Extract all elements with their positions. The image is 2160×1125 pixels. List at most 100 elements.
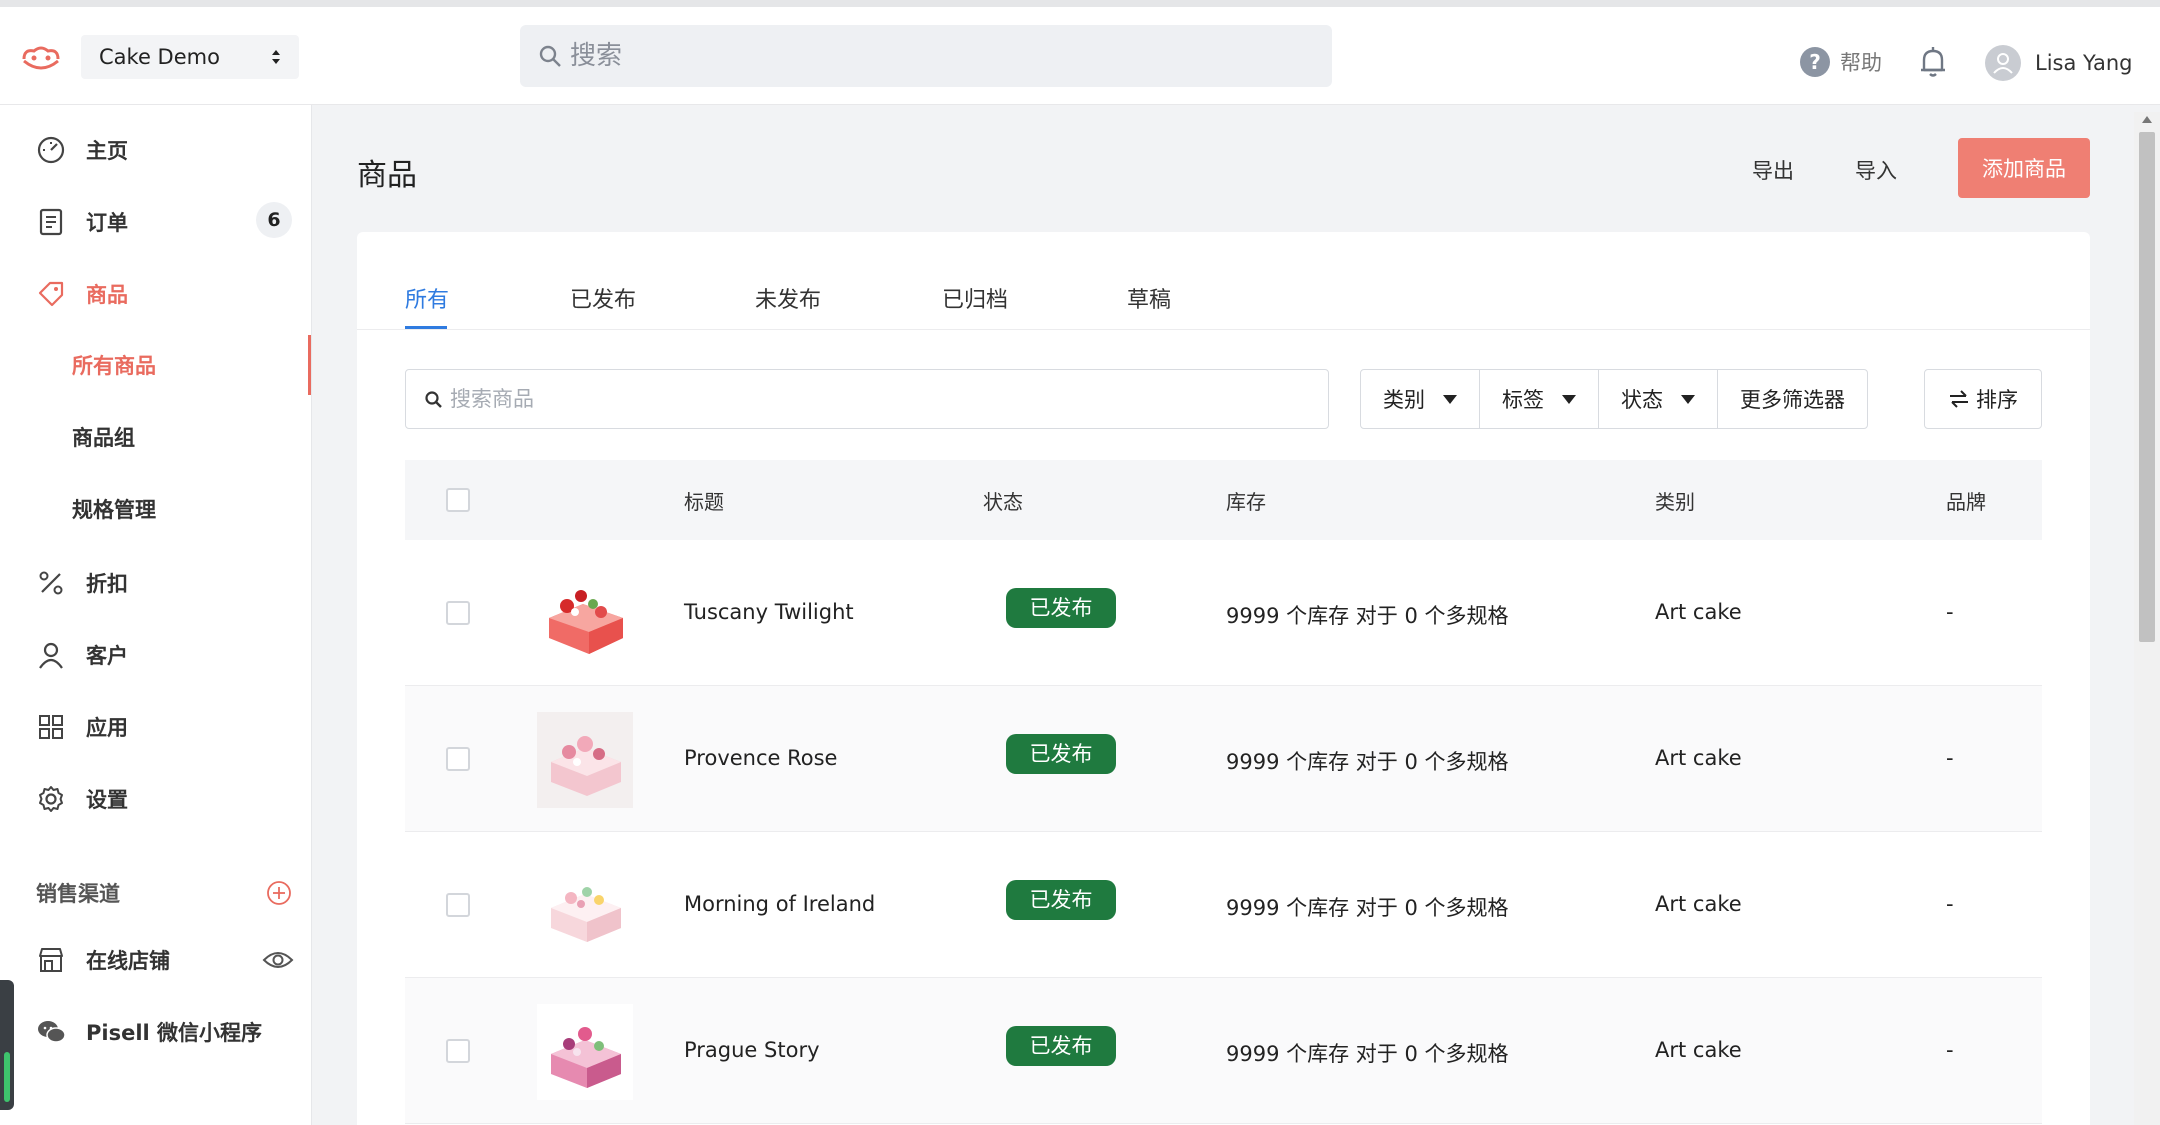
sidebar-subitem-all-products[interactable]: 所有商品	[72, 348, 156, 384]
wechat-icon	[38, 1021, 66, 1043]
tab-archived[interactable]: 已归档	[942, 282, 1008, 314]
category-filter[interactable]: 类别	[1361, 370, 1480, 428]
sidebar-item-wechat-mini-program[interactable]: Pisell 微信小程序	[36, 1012, 296, 1052]
row-checkbox[interactable]	[446, 893, 470, 917]
tab-unpublished[interactable]: 未发布	[755, 282, 821, 314]
sort-button[interactable]: 排序	[1924, 369, 2042, 429]
table-row[interactable]: Provence Rose 已发布 9999 个库存 对于 0 个多规格 Art…	[405, 686, 2042, 832]
table-row[interactable]: Morning of Ireland 已发布 9999 个库存 对于 0 个多规…	[405, 832, 2042, 978]
category-cell: Art cake	[1655, 600, 1742, 624]
import-button[interactable]: 导入	[1855, 155, 1897, 185]
status-badge: 已发布	[1006, 588, 1116, 628]
column-header-brand: 品牌	[1946, 490, 1986, 514]
sidebar-item-online-store[interactable]: 在线店铺	[36, 940, 296, 980]
sidebar-item-apps[interactable]: 应用	[36, 707, 296, 747]
products-card: 所有 已发布 未发布 已归档 草稿 类别 标签 状态 更多筛选器	[357, 232, 2090, 1125]
column-header-status: 状态	[983, 490, 1023, 514]
sidebar-item-products[interactable]: 商品	[36, 274, 296, 314]
tab-all[interactable]: 所有	[405, 282, 449, 314]
product-thumbnail[interactable]	[537, 712, 633, 808]
tab-drafts[interactable]: 草稿	[1127, 282, 1171, 314]
swap-arrows-icon	[1950, 390, 1968, 408]
tag-icon	[38, 281, 64, 307]
status-badge: 已发布	[1006, 734, 1116, 774]
brand-cell: -	[1946, 892, 1954, 916]
active-tab-underline	[405, 326, 447, 329]
stock-cell: 9999 个库存 对于 0 个多规格	[1226, 1042, 1509, 1066]
global-search[interactable]	[520, 25, 1332, 87]
export-button[interactable]: 导出	[1752, 155, 1794, 185]
sidebar-item-label: Pisell 微信小程序	[86, 1021, 263, 1045]
product-search[interactable]	[405, 369, 1329, 429]
side-widget-handle[interactable]	[0, 980, 14, 1110]
sidebar-item-discounts[interactable]: 折扣	[36, 563, 296, 603]
user-name: Lisa Yang	[2035, 51, 2133, 75]
tags-filter[interactable]: 标签	[1480, 370, 1599, 428]
brand-cell: -	[1946, 600, 1954, 624]
table-row[interactable]: Tuscany Twilight 已发布 9999 个库存 对于 0 个多规格 …	[405, 540, 2042, 686]
avatar	[1985, 45, 2021, 81]
product-tabs: 所有 已发布 未发布 已归档 草稿	[357, 232, 2090, 330]
top-bar: Cake Demo ? 帮助 Lisa Yang	[0, 0, 2160, 105]
sidebar-item-label: 折扣	[86, 572, 128, 596]
sidebar-item-label: 应用	[86, 716, 128, 740]
table-header: 标题 状态 库存 类别 品牌	[405, 460, 2042, 540]
caret-down-icon	[1562, 394, 1576, 404]
category-cell: Art cake	[1655, 892, 1742, 916]
sales-channels-title: 销售渠道	[36, 882, 120, 906]
add-product-button[interactable]: 添加商品	[1958, 138, 2090, 198]
row-checkbox[interactable]	[446, 601, 470, 625]
active-indicator	[308, 335, 311, 395]
help-link[interactable]: ? 帮助	[1800, 45, 1882, 79]
sort-label: 排序	[1976, 388, 2018, 412]
sidebar-item-settings[interactable]: 设置	[36, 779, 296, 819]
filter-label: 类别	[1383, 388, 1425, 412]
product-title[interactable]: Provence Rose	[684, 746, 837, 770]
sidebar-item-label: 客户	[86, 644, 128, 668]
orders-receipt-icon	[39, 208, 63, 236]
global-search-input[interactable]	[570, 25, 1310, 87]
user-menu[interactable]: Lisa Yang	[1985, 43, 2132, 83]
store-selector[interactable]: Cake Demo	[81, 35, 299, 79]
products-table: 标题 状态 库存 类别 品牌 Tuscany Twilight 已发布 9999…	[405, 460, 2042, 1124]
product-thumbnail[interactable]	[537, 566, 633, 662]
sidebar-item-home[interactable]: 主页	[36, 130, 296, 170]
gear-icon	[39, 786, 63, 812]
help-icon: ?	[1800, 47, 1830, 77]
page-scrollbar[interactable]	[2134, 112, 2160, 1125]
bell-icon[interactable]	[1918, 45, 1948, 79]
storefront-icon	[39, 948, 63, 972]
filter-group: 类别 标签 状态 更多筛选器	[1360, 369, 1868, 429]
product-title[interactable]: Prague Story	[684, 1038, 820, 1062]
scroll-up-arrow-icon[interactable]	[2142, 116, 2152, 123]
sidebar-subitem-product-groups[interactable]: 商品组	[72, 420, 135, 456]
stock-cell: 9999 个库存 对于 0 个多规格	[1226, 750, 1509, 774]
product-search-input[interactable]	[450, 370, 1310, 428]
product-title[interactable]: Morning of Ireland	[684, 892, 875, 916]
status-badge: 已发布	[1006, 1026, 1116, 1066]
scrollbar-thumb[interactable]	[2139, 132, 2155, 642]
sidebar-item-label: 设置	[86, 788, 128, 812]
row-checkbox[interactable]	[446, 747, 470, 771]
eye-icon[interactable]	[262, 948, 294, 972]
brand-logo-icon[interactable]	[20, 45, 62, 73]
more-filters-button[interactable]: 更多筛选器	[1718, 370, 1867, 428]
row-checkbox[interactable]	[446, 1039, 470, 1063]
column-header-title: 标题	[684, 490, 724, 514]
apps-grid-icon	[39, 715, 63, 739]
product-thumbnail[interactable]	[537, 1004, 633, 1100]
table-row[interactable]: Prague Story 已发布 9999 个库存 对于 0 个多规格 Art …	[405, 978, 2042, 1124]
sidebar-subitem-variants[interactable]: 规格管理	[72, 492, 156, 528]
add-channel-plus-icon[interactable]	[266, 880, 292, 906]
percent-icon	[39, 571, 63, 595]
sort-caret-icon	[272, 50, 280, 64]
status-filter[interactable]: 状态	[1599, 370, 1718, 428]
product-title[interactable]: Tuscany Twilight	[684, 600, 854, 624]
product-thumbnail[interactable]	[537, 858, 633, 954]
column-header-stock: 库存	[1226, 490, 1266, 514]
select-all-checkbox[interactable]	[446, 488, 470, 512]
sidebar-item-customers[interactable]: 客户	[36, 635, 296, 675]
sidebar-item-label: 商品	[86, 283, 128, 307]
filter-label: 标签	[1502, 388, 1544, 412]
tab-published[interactable]: 已发布	[570, 282, 636, 314]
